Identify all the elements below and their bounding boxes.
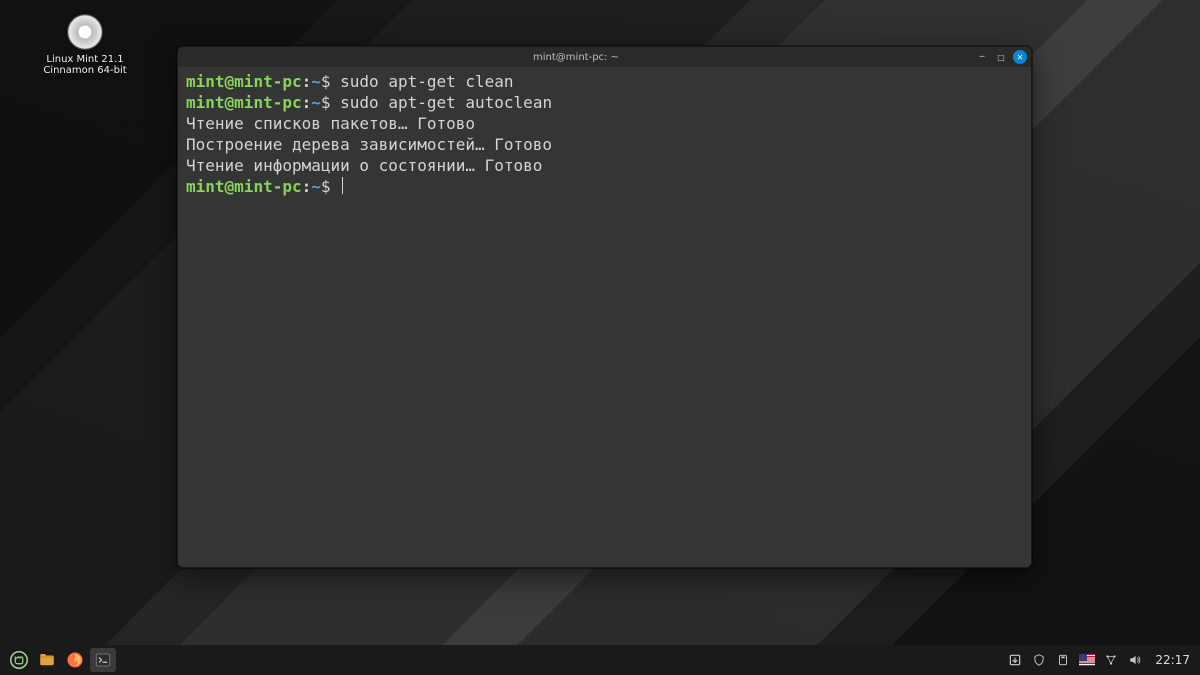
desktop-icon-label-2: Cinnamon 64-bit: [40, 65, 130, 76]
terminal-window: mint@mint-pc: ~ mint@mint-pc:~$ sudo apt…: [177, 46, 1032, 568]
tray-removable-media-icon[interactable]: [1055, 652, 1071, 668]
terminal-line: Построение дерева зависимостей… Готово: [186, 134, 1023, 155]
mint-logo-icon: [10, 651, 28, 669]
taskbar-terminal-button[interactable]: [90, 648, 116, 672]
window-titlebar[interactable]: mint@mint-pc: ~: [178, 47, 1031, 67]
terminal-line: Чтение списков пакетов… Готово: [186, 113, 1023, 134]
terminal-line: Чтение информации о состоянии… Готово: [186, 155, 1023, 176]
disc-icon: [67, 14, 103, 50]
window-close-button[interactable]: [1013, 50, 1027, 64]
folder-icon: [38, 651, 56, 669]
window-minimize-button[interactable]: [975, 50, 989, 64]
tray-update-manager-icon[interactable]: [1007, 652, 1023, 668]
window-maximize-button[interactable]: [994, 50, 1008, 64]
start-menu-button[interactable]: [6, 648, 32, 672]
window-title: mint@mint-pc: ~: [533, 52, 619, 63]
terminal-line: mint@mint-pc:~$ sudo apt-get clean: [186, 71, 1023, 92]
tray-clock[interactable]: 22:17: [1155, 653, 1190, 667]
taskbar-files-button[interactable]: [34, 648, 60, 672]
tray-volume-icon[interactable]: [1127, 652, 1143, 668]
taskbar-firefox-button[interactable]: [62, 648, 88, 672]
terminal-body[interactable]: mint@mint-pc:~$ sudo apt-get cleanmint@m…: [178, 67, 1031, 567]
terminal-line: mint@mint-pc:~$: [186, 176, 1023, 197]
terminal-line: mint@mint-pc:~$ sudo apt-get autoclean: [186, 92, 1023, 113]
system-tray: 22:17: [1007, 652, 1194, 668]
flag-us-icon: [1079, 654, 1095, 666]
desktop-icon-installer[interactable]: Linux Mint 21.1 Cinnamon 64-bit: [40, 14, 130, 76]
tray-network-icon[interactable]: [1103, 652, 1119, 668]
tray-keyboard-layout[interactable]: [1079, 652, 1095, 668]
taskbar: 22:17: [0, 645, 1200, 675]
firefox-icon: [66, 651, 84, 669]
desktop-icon-label-1: Linux Mint 21.1: [40, 54, 130, 65]
tray-shield-icon[interactable]: [1031, 652, 1047, 668]
terminal-cursor: [342, 177, 343, 194]
terminal-icon: [94, 651, 112, 669]
